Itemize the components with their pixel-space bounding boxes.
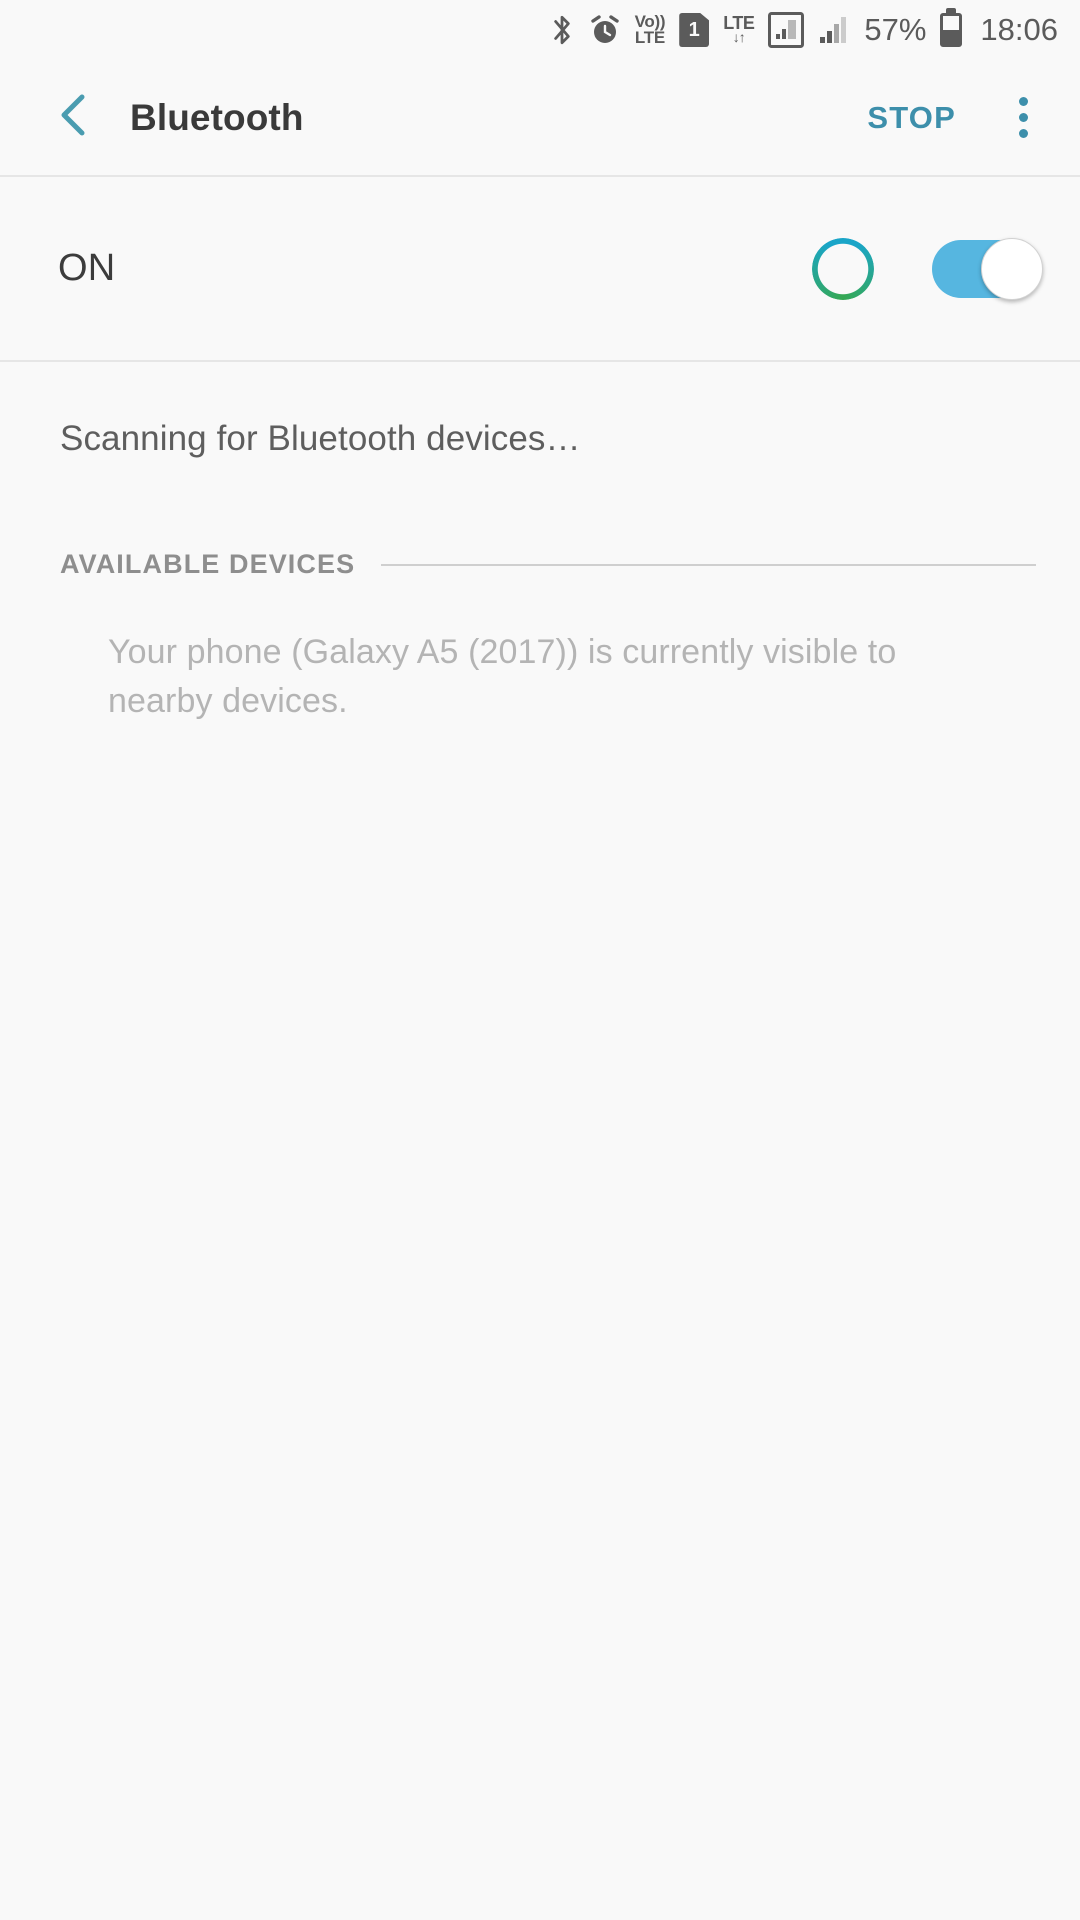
lte-data-icon: LTE ↓↑ bbox=[723, 13, 755, 45]
section-title: AVAILABLE DEVICES bbox=[60, 549, 356, 579]
chevron-left-icon bbox=[54, 91, 94, 144]
scanning-spinner-icon bbox=[812, 237, 874, 300]
overflow-dot bbox=[1018, 129, 1028, 138]
stop-button[interactable]: STOP bbox=[853, 90, 970, 146]
sim-card-icon: 1 bbox=[679, 13, 710, 47]
battery-percentage: 57% bbox=[864, 12, 927, 47]
signal-sim2-icon bbox=[818, 13, 850, 47]
page-title: Bluetooth bbox=[130, 96, 304, 138]
overflow-dot bbox=[1018, 97, 1028, 106]
app-bar: Bluetooth STOP bbox=[0, 60, 1080, 175]
visibility-note: Your phone (Galaxy A5 (2017)) is current… bbox=[108, 633, 897, 721]
scanning-status-text: Scanning for Bluetooth devices… bbox=[60, 419, 581, 458]
signal-sim1-icon bbox=[768, 12, 805, 48]
overflow-menu-icon[interactable] bbox=[994, 89, 1052, 147]
volte-icon: Vo)) LTE bbox=[634, 12, 666, 47]
status-bar-icons: Vo)) LTE 1 LTE ↓↑ 57% 18:06 bbox=[549, 0, 1058, 60]
bluetooth-toggle-row[interactable]: ON bbox=[0, 177, 1080, 360]
status-bar: Vo)) LTE 1 LTE ↓↑ 57% 18:06 bbox=[0, 0, 1080, 60]
alarm-icon bbox=[589, 14, 621, 46]
back-button[interactable] bbox=[46, 90, 102, 146]
status-bar-clock: 18:06 bbox=[980, 12, 1058, 47]
section-rule bbox=[381, 563, 1036, 566]
overflow-dot bbox=[1018, 113, 1028, 122]
bluetooth-icon bbox=[549, 13, 575, 47]
bluetooth-toggle-switch[interactable] bbox=[932, 237, 1043, 300]
bluetooth-state-label: ON bbox=[58, 247, 116, 289]
available-devices-section-header: AVAILABLE DEVICES bbox=[0, 549, 1080, 580]
main-content: Scanning for Bluetooth devices… AVAILABL… bbox=[0, 362, 1080, 727]
toggle-knob bbox=[981, 237, 1043, 300]
battery-icon bbox=[940, 13, 963, 47]
